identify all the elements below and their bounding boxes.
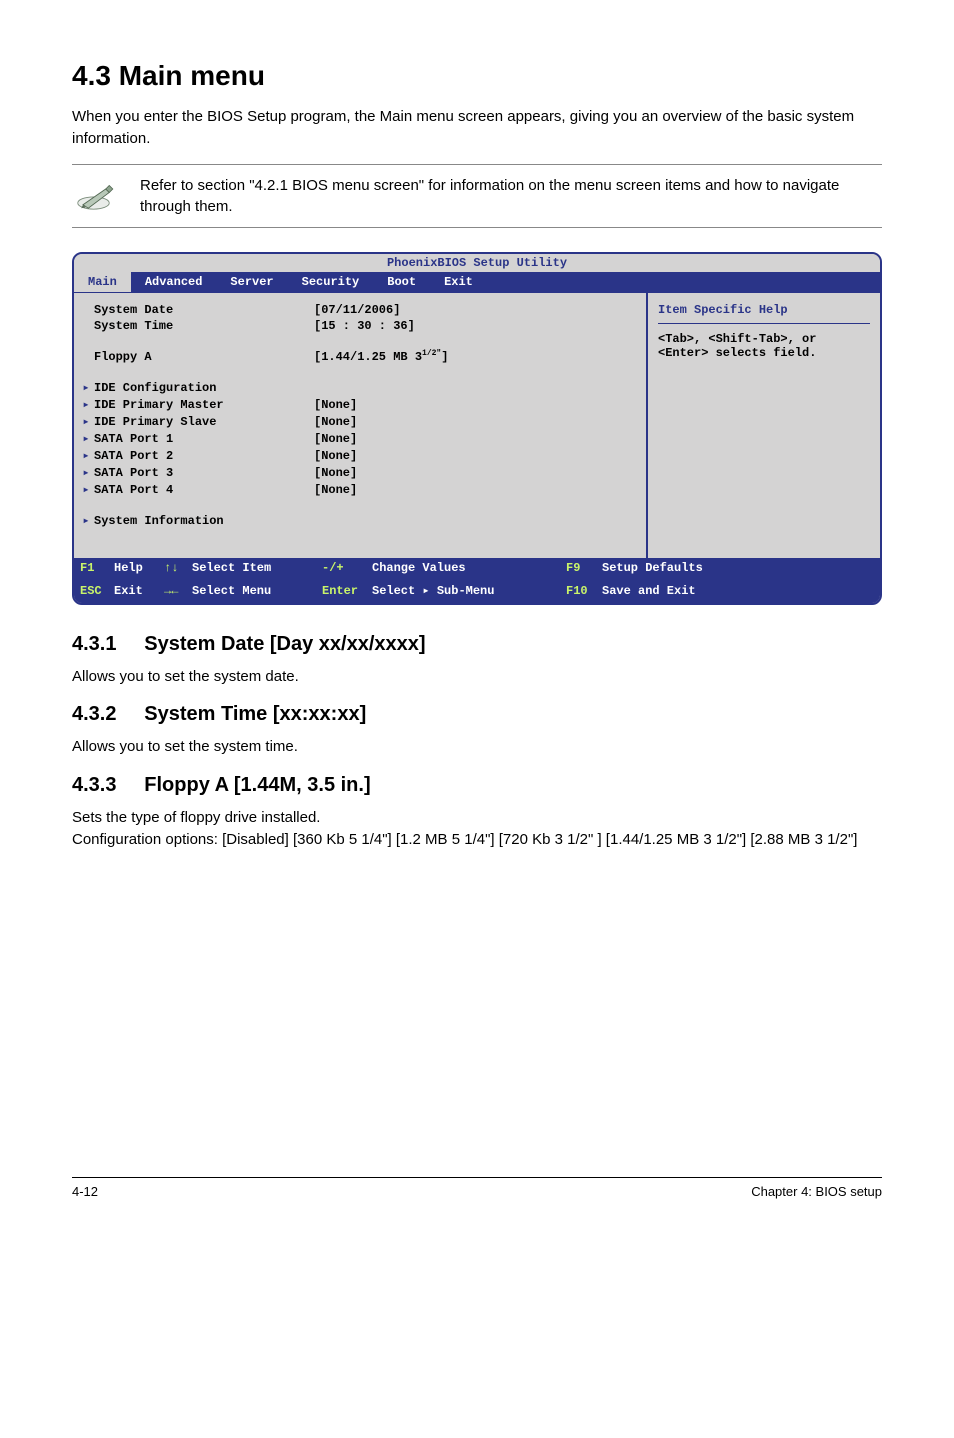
value-sata-port-4: [None] [314, 483, 636, 497]
help-title: Item Specific Help [658, 303, 870, 324]
bios-footer-row-1: F1Help↑↓Select Item-/+Change ValuesF9Set… [74, 558, 880, 580]
item-sata-port-3: SATA Port 3 [94, 466, 314, 480]
section-body: Sets the type of floppy drive installed.… [72, 807, 882, 851]
bios-tab-server: Server [216, 272, 287, 292]
item-system-information: System Information [94, 514, 314, 528]
section-heading: 4.3.1 System Date [Day xx/xx/xxxx] [72, 633, 882, 656]
submenu-arrow-icon: ▸ [78, 482, 94, 497]
section-body: Allows you to set the system date. [72, 666, 882, 688]
submenu-arrow-icon: ▸ [78, 431, 94, 446]
note-text: Refer to section "4.2.1 BIOS menu screen… [140, 175, 878, 217]
item-sata-port-2: SATA Port 2 [94, 449, 314, 463]
value-system-date: [07/11/2006] [314, 303, 636, 317]
chapter-label: Chapter 4: BIOS setup [751, 1184, 882, 1199]
item-ide-configuration: IDE Configuration [94, 381, 314, 395]
value-floppy-a: [1.44/1.25 MB 31/2"] [314, 349, 636, 364]
note-block: Refer to section "4.2.1 BIOS menu screen… [72, 164, 882, 228]
bios-tab-main: Main [74, 272, 131, 292]
page-heading: 4.3 Main menu [72, 60, 882, 92]
value-ide-primary-slave: [None] [314, 415, 636, 429]
bios-footer-row-2: ESCExit→←Select MenuEnterSelect ▸ Sub-Me… [74, 580, 880, 603]
section-4-3-3: 4.3.3 Floppy A [1.44M, 3.5 in.] Sets the… [72, 774, 882, 851]
value-system-time: [15 : 30 : 36] [314, 319, 636, 333]
submenu-arrow-icon: ▸ [78, 397, 94, 412]
label-floppy-a: Floppy A [94, 350, 314, 364]
page-footer: 4-12 Chapter 4: BIOS setup [72, 1177, 882, 1199]
section-4-3-1: 4.3.1 System Date [Day xx/xx/xxxx] Allow… [72, 633, 882, 688]
bios-tab-security: Security [288, 272, 374, 292]
value-sata-port-3: [None] [314, 466, 636, 480]
page-number: 4-12 [72, 1184, 98, 1199]
intro-paragraph: When you enter the BIOS Setup program, t… [72, 106, 882, 150]
submenu-arrow-icon: ▸ [78, 465, 94, 480]
bios-title: PhoenixBIOS Setup Utility [74, 254, 880, 272]
item-sata-port-1: SATA Port 1 [94, 432, 314, 446]
bios-tab-boot: Boot [373, 272, 430, 292]
item-ide-primary-master: IDE Primary Master [94, 398, 314, 412]
bios-tab-row: Main Advanced Server Security Boot Exit [74, 272, 880, 292]
label-system-date: System Date [94, 303, 314, 317]
submenu-arrow-icon: ▸ [78, 448, 94, 463]
section-4-3-2: 4.3.2 System Time [xx:xx:xx] Allows you … [72, 703, 882, 758]
label-system-time: System Time [94, 319, 314, 333]
section-heading: 4.3.3 Floppy A [1.44M, 3.5 in.] [72, 774, 882, 797]
section-body: Allows you to set the system time. [72, 736, 882, 758]
value-ide-primary-master: [None] [314, 398, 636, 412]
submenu-arrow-icon: ▸ [78, 414, 94, 429]
bios-help-pane: Item Specific Help <Tab>, <Shift-Tab>, o… [648, 293, 880, 558]
bios-screenshot: PhoenixBIOS Setup Utility Main Advanced … [72, 252, 882, 605]
item-sata-port-4: SATA Port 4 [94, 483, 314, 497]
value-sata-port-2: [None] [314, 449, 636, 463]
submenu-arrow-icon: ▸ [78, 380, 94, 395]
bios-tab-exit: Exit [430, 272, 487, 292]
value-sata-port-1: [None] [314, 432, 636, 446]
section-heading: 4.3.2 System Time [xx:xx:xx] [72, 703, 882, 726]
bios-tab-advanced: Advanced [131, 272, 217, 292]
bios-main-pane: System Date [07/11/2006] System Time [15… [74, 293, 648, 558]
submenu-arrow-icon: ▸ [78, 513, 94, 528]
help-body: <Tab>, <Shift-Tab>, or <Enter> selects f… [658, 332, 870, 360]
pencil-icon [76, 182, 118, 210]
item-ide-primary-slave: IDE Primary Slave [94, 415, 314, 429]
